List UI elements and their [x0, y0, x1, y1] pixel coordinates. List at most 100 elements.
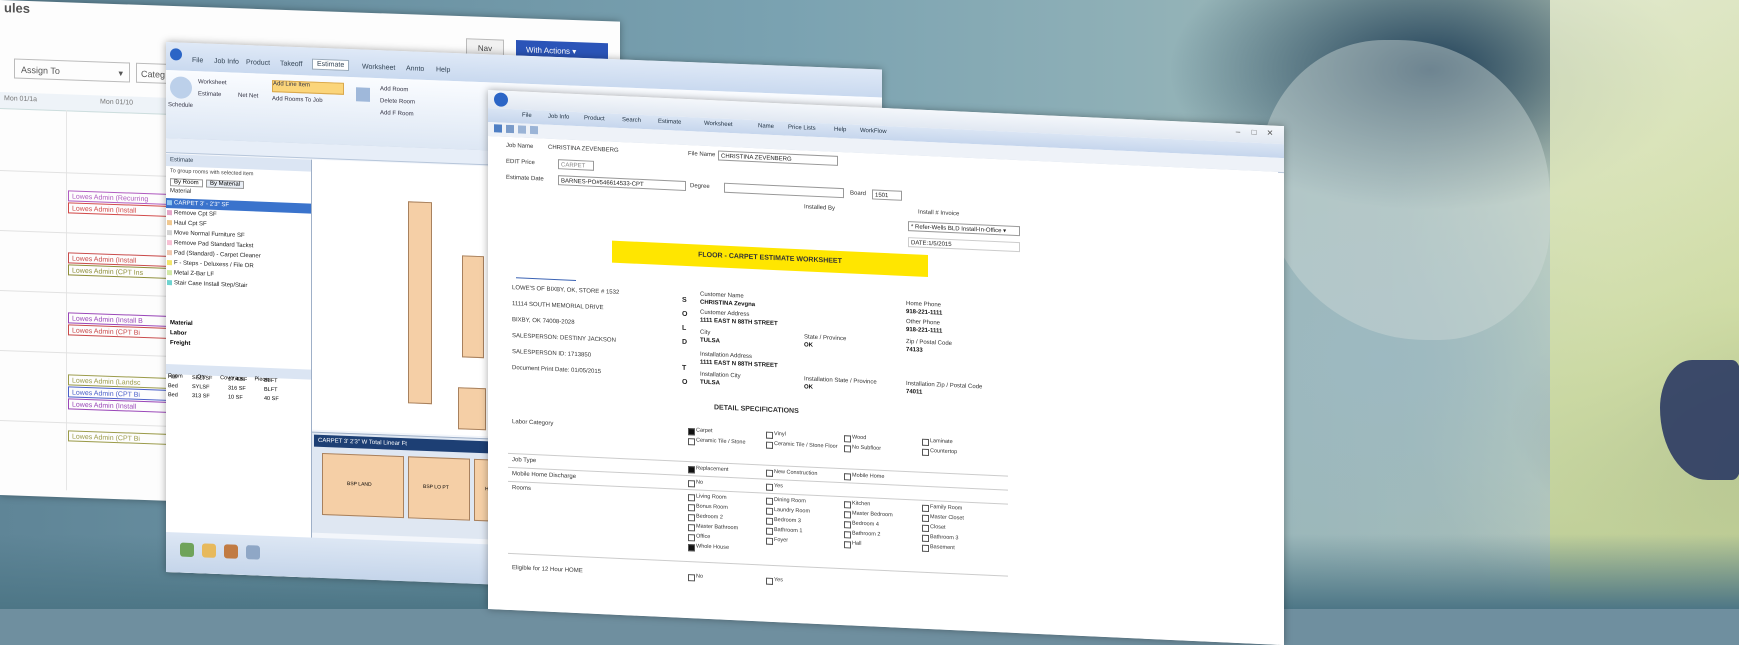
assign-to-select[interactable]: Assign To ▾ — [14, 58, 130, 83]
calendar-event[interactable]: Lowes Admin (CPT Bi — [68, 324, 168, 339]
cut-piece-1[interactable]: BSP LAND — [322, 452, 404, 519]
tab-worksheet[interactable]: Worksheet — [362, 64, 395, 72]
schedule-icon[interactable] — [170, 76, 192, 99]
tool-icon[interactable] — [246, 545, 260, 560]
checkbox-option[interactable]: Yes — [766, 577, 783, 583]
menu-workflow[interactable]: WorkFlow — [860, 128, 887, 135]
menu-search[interactable]: Search — [622, 117, 641, 124]
date-field[interactable]: DATE:1/5/2015 — [908, 237, 1020, 253]
add-line-item-button[interactable]: Add Line Item — [272, 80, 344, 95]
add-rooms-to-job-button[interactable]: Add Rooms To Job — [272, 96, 323, 104]
degree-select[interactable] — [724, 182, 844, 199]
checkbox-option[interactable]: New Construction — [766, 469, 817, 477]
close-icon[interactable]: ✕ — [1264, 128, 1276, 139]
checkbox-option[interactable]: No Subfloor — [844, 444, 881, 452]
checkbox-option[interactable]: Master Bedroom — [844, 510, 893, 519]
checkbox-option[interactable]: Laundry Room — [766, 507, 810, 515]
checkbox-option[interactable]: Office — [688, 533, 710, 540]
checkbox-option[interactable]: Bathroom 3 — [922, 534, 958, 541]
checkbox-option[interactable]: Closet — [922, 524, 946, 531]
menu-help[interactable]: Help — [834, 127, 846, 134]
tab-takeoff[interactable]: Takeoff — [280, 60, 302, 68]
assign-to-value: Assign To — [21, 64, 60, 77]
checkbox-option[interactable]: Vinyl — [766, 431, 786, 438]
checkbox-option[interactable]: Bedroom 3 — [766, 517, 801, 524]
worksheet-button[interactable]: Worksheet — [198, 79, 227, 86]
tab-product[interactable]: Product — [246, 59, 270, 67]
add-room-button[interactable]: Add Room — [380, 86, 408, 93]
edit-price-field[interactable]: CARPET — [558, 159, 594, 171]
schedule-button[interactable]: Schedule — [168, 102, 193, 109]
checkbox-option[interactable]: Bedroom 4 — [844, 520, 879, 528]
add-f-room-button[interactable]: Add F Room — [380, 110, 414, 117]
tab-help[interactable]: Help — [436, 66, 450, 74]
menu-product[interactable]: Product — [584, 115, 605, 122]
app-orb-icon[interactable] — [494, 92, 508, 107]
calendar-event[interactable]: Lowes Admin (CPT Ins — [68, 264, 168, 279]
checkbox-option[interactable]: Kitchen — [844, 500, 870, 508]
stair-room — [408, 201, 432, 405]
checkbox-option[interactable]: Laminate — [922, 438, 953, 445]
tab-job-info[interactable]: Job Info — [214, 58, 239, 66]
undo-icon[interactable] — [518, 125, 526, 134]
maximize-icon[interactable]: □ — [1248, 128, 1260, 139]
checkbox-option[interactable]: Family Room — [922, 504, 962, 511]
install-invoice-select[interactable]: * Refer-Wells BLD Install-In-Office ▾ — [908, 221, 1020, 237]
calendar-event[interactable]: Lowes Admin (CPT Bi — [68, 430, 168, 445]
checkbox-option[interactable]: Hall — [844, 540, 861, 547]
minimize-icon[interactable]: – — [1232, 127, 1244, 138]
checkbox-option[interactable]: Ceramic Tile / Stone Floor — [766, 441, 838, 450]
tool-icon[interactable] — [224, 544, 238, 559]
checkbox-option[interactable]: Ceramic Tile / Stone — [688, 437, 746, 445]
redo-icon[interactable] — [530, 125, 538, 135]
checkbox-option[interactable]: Master Bathroom — [688, 523, 738, 531]
checkbox-option[interactable]: Whole House — [688, 543, 729, 550]
menu-file[interactable]: File — [522, 113, 532, 119]
checkbox-option[interactable]: No — [688, 479, 703, 485]
tab-estimate[interactable]: Estimate — [312, 58, 350, 72]
checkbox-option[interactable]: Carpet — [688, 427, 713, 434]
save-icon[interactable] — [494, 124, 502, 133]
print-icon[interactable] — [506, 124, 514, 134]
material-color-swatch — [167, 200, 172, 206]
rooms-label: Rooms — [512, 485, 532, 492]
checkbox-option[interactable]: Countertop — [922, 448, 957, 455]
checkbox-option[interactable]: Master Closet — [922, 514, 964, 522]
menu-worksheet[interactable]: Worksheet — [704, 121, 733, 128]
tab-by-material[interactable]: By Material — [206, 179, 245, 189]
checkbox-option[interactable]: Foyer — [766, 537, 788, 544]
calendar-event[interactable]: Lowes Admin (Install — [68, 202, 168, 217]
board-field[interactable]: 1501 — [872, 189, 902, 201]
checkbox-option[interactable]: Mobile Home — [844, 472, 884, 480]
store-line: BIXBY, OK 74008-2028 — [512, 317, 575, 326]
checkbox-option[interactable]: Basement — [922, 544, 955, 551]
tool-icon[interactable] — [202, 543, 216, 558]
tab-by-room[interactable]: By Room — [170, 178, 203, 188]
checkbox-option[interactable]: Living Room — [688, 493, 727, 500]
checkbox-option[interactable]: No — [688, 573, 703, 579]
checkbox-option[interactable]: Yes — [766, 483, 783, 489]
menu-job-info[interactable]: Job Info — [548, 114, 569, 121]
checkbox-option[interactable]: Dining Room — [766, 497, 806, 504]
app-orb-icon[interactable] — [170, 48, 182, 61]
cut-piece-2[interactable]: BSP LO PT — [408, 456, 470, 521]
delete-room-button[interactable]: Delete Room — [380, 98, 415, 105]
calendar-event[interactable]: Lowes Admin (Install — [68, 398, 168, 413]
checkbox-option[interactable]: Wood — [844, 434, 866, 442]
menu-estimate[interactable]: Estimate — [658, 119, 681, 126]
tab-annto[interactable]: Annto — [406, 65, 424, 73]
menu-price-lists[interactable]: Price Lists — [788, 125, 816, 132]
customer-name-label: Customer Name — [700, 291, 744, 300]
tool-icon[interactable] — [180, 542, 194, 558]
checkbox-option[interactable]: Bathroom 1 — [766, 527, 802, 534]
tab-file[interactable]: File — [192, 57, 203, 64]
checkbox-option[interactable]: Bonus Room — [688, 503, 728, 510]
estimate-date-field[interactable]: BARNES-PO#546614533-CPT — [558, 175, 686, 191]
checkbox-option[interactable]: Bathroom 2 — [844, 530, 880, 538]
file-name-field[interactable]: CHRISTINA ZEVENBERG — [718, 150, 838, 166]
net-net-button[interactable]: Net Net — [238, 93, 258, 100]
estimate-button[interactable]: Estimate — [198, 91, 221, 98]
checkbox-option[interactable]: Bedroom 2 — [688, 513, 723, 520]
menu-name[interactable]: Name — [758, 123, 774, 130]
checkbox-option[interactable]: Replacement — [688, 465, 728, 472]
